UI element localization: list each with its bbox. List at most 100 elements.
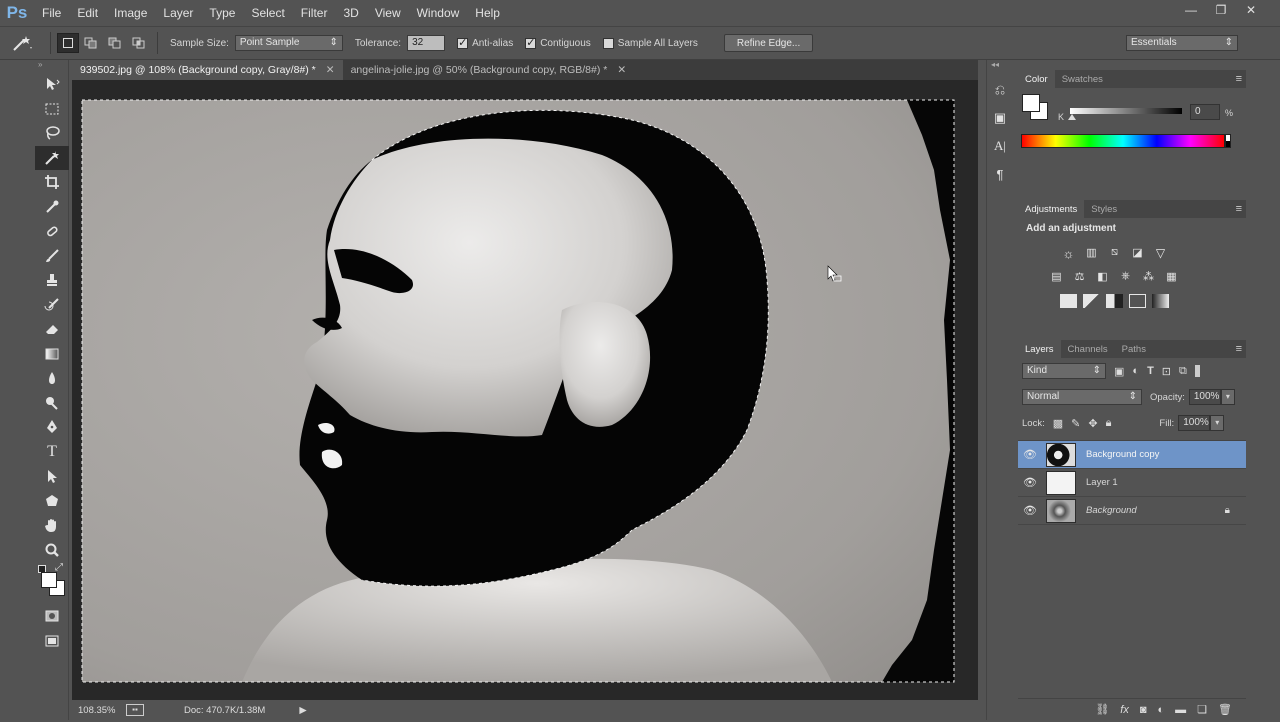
menu-help[interactable]: Help	[467, 0, 508, 26]
shape-tool-icon[interactable]	[35, 489, 69, 514]
document-canvas[interactable]	[72, 80, 978, 700]
status-menu-arrow-icon[interactable]: ▶	[299, 705, 306, 716]
layer-row-layer-1[interactable]: 👁︎ Layer 1	[1018, 469, 1246, 497]
tab-swatches[interactable]: Swatches	[1055, 70, 1110, 88]
menu-file[interactable]: File	[34, 0, 69, 26]
lasso-tool-icon[interactable]	[35, 121, 69, 146]
workspace-select[interactable]: Essentials ⇕	[1126, 35, 1238, 51]
new-selection-icon[interactable]	[57, 33, 79, 53]
lock-position-icon[interactable]: ✥	[1088, 417, 1097, 430]
brightness-contrast-icon[interactable]: ☼	[1060, 246, 1077, 263]
filter-toggle-icon[interactable]	[1194, 365, 1200, 377]
menu-view[interactable]: View	[367, 0, 409, 26]
magic-wand-tool-preset-icon[interactable]	[0, 34, 44, 52]
quick-mask-icon[interactable]	[35, 604, 69, 629]
slider-handle-icon[interactable]	[1068, 114, 1076, 120]
type-tool-icon[interactable]: T	[35, 440, 69, 465]
layer-filter-kind-select[interactable]: Kind ⇕	[1022, 363, 1106, 379]
menu-window[interactable]: Window	[409, 0, 468, 26]
visibility-eye-icon[interactable]: 👁︎	[1018, 476, 1042, 489]
blur-tool-icon[interactable]	[35, 366, 69, 391]
layer-style-icon[interactable]: fx	[1120, 704, 1129, 716]
tab-channels[interactable]: Channels	[1061, 340, 1115, 358]
contiguous-checkbox[interactable]	[525, 36, 537, 49]
selective-color-icon[interactable]	[1129, 294, 1146, 308]
paragraph-panel-icon[interactable]: ¶	[987, 160, 1013, 188]
document-tab-1[interactable]: 939502.jpg @ 108% (Background copy, Gray…	[72, 60, 343, 80]
lock-transparent-icon[interactable]: ▩	[1053, 417, 1063, 430]
threshold-icon[interactable]	[1106, 294, 1123, 308]
visibility-eye-icon[interactable]: 👁︎	[1018, 504, 1042, 517]
tolerance-input[interactable]: 32	[407, 35, 446, 51]
eraser-tool-icon[interactable]	[35, 317, 69, 342]
visibility-eye-icon[interactable]: 👁︎	[1018, 448, 1042, 461]
crop-tool-icon[interactable]	[35, 170, 69, 195]
filter-pixel-icon[interactable]: ▣	[1114, 365, 1124, 378]
k-value-input[interactable]: 0	[1190, 104, 1220, 120]
opacity-dropdown-icon[interactable]: ▾	[1220, 389, 1235, 405]
delete-layer-icon[interactable]: 🗑︎	[1218, 703, 1232, 716]
panel-menu-icon[interactable]: ≡	[1236, 203, 1246, 215]
gradient-map-icon[interactable]	[1152, 294, 1169, 308]
lock-image-icon[interactable]: ✎	[1071, 417, 1080, 430]
foreground-color-chip[interactable]	[1022, 94, 1040, 112]
status-info-icon[interactable]: ▪▪	[126, 704, 144, 716]
blend-mode-select[interactable]: Normal ⇕	[1022, 389, 1142, 405]
intersect-selection-icon[interactable]	[127, 33, 151, 53]
magic-wand-tool-icon[interactable]	[35, 145, 69, 170]
eyedropper-tool-icon[interactable]	[35, 195, 69, 220]
close-button[interactable]: ✕	[1236, 0, 1266, 20]
move-tool-icon[interactable]	[35, 72, 69, 97]
exposure-icon[interactable]: ◪	[1129, 246, 1146, 263]
tab-styles[interactable]: Styles	[1084, 200, 1124, 218]
history-panel-icon[interactable]: ⎌	[987, 76, 1013, 104]
color-lookup-icon[interactable]: ▦	[1163, 270, 1180, 287]
menu-3d[interactable]: 3D	[335, 0, 366, 26]
document-tab-2[interactable]: angelina-jolie.jpg @ 50% (Background cop…	[343, 60, 635, 80]
sample-all-layers-checkbox[interactable]	[602, 37, 614, 49]
menu-filter[interactable]: Filter	[293, 0, 336, 26]
filter-shape-icon[interactable]: ⊡	[1162, 365, 1171, 378]
hand-tool-icon[interactable]	[35, 513, 69, 538]
add-to-selection-icon[interactable]	[79, 33, 103, 53]
gradient-tool-icon[interactable]	[35, 342, 69, 367]
vibrance-icon[interactable]: ▽	[1152, 246, 1169, 263]
layer-name[interactable]: Background	[1086, 505, 1137, 516]
black-white-ramp[interactable]	[1225, 134, 1231, 148]
invert-icon[interactable]	[1060, 294, 1077, 308]
zoom-level[interactable]: 108.35%	[78, 705, 122, 716]
channel-mixer-icon[interactable]: ⁂	[1140, 270, 1157, 287]
k-channel-slider[interactable]	[1070, 108, 1182, 114]
screen-mode-icon[interactable]	[35, 629, 69, 654]
tab-layers[interactable]: Layers	[1018, 340, 1061, 358]
subtract-from-selection-icon[interactable]	[103, 33, 127, 53]
foreground-color-swatch[interactable]	[41, 572, 57, 588]
filter-adjustment-icon[interactable]: ◐	[1132, 365, 1139, 377]
color-swatches[interactable]: ⤢	[35, 562, 68, 604]
filter-type-icon[interactable]: T	[1147, 365, 1154, 377]
toolbox-collapse-icon[interactable]: »	[35, 60, 68, 72]
opacity-input[interactable]: 100%	[1188, 389, 1221, 405]
fill-dropdown-icon[interactable]: ▾	[1210, 415, 1225, 431]
filter-smart-object-icon[interactable]: ⧉	[1179, 365, 1187, 378]
properties-panel-icon[interactable]: ▣	[987, 104, 1013, 132]
close-icon[interactable]: ✕	[617, 64, 626, 76]
zoom-tool-icon[interactable]	[35, 538, 69, 563]
menu-type[interactable]: Type	[201, 0, 243, 26]
color-spectrum-ramp[interactable]	[1021, 134, 1225, 148]
restore-button[interactable]: ❐	[1206, 0, 1236, 20]
tab-paths[interactable]: Paths	[1115, 340, 1153, 358]
menu-select[interactable]: Select	[243, 0, 292, 26]
marquee-tool-icon[interactable]	[35, 97, 69, 122]
panel-menu-icon[interactable]: ≡	[1236, 343, 1246, 355]
photo-filter-icon[interactable]: ⎈	[1117, 270, 1134, 287]
fill-input[interactable]: 100%	[1178, 415, 1211, 431]
levels-icon[interactable]: ▥	[1083, 246, 1100, 263]
hue-saturation-icon[interactable]: ▤	[1048, 270, 1065, 287]
anti-alias-checkbox[interactable]	[457, 36, 469, 49]
pen-tool-icon[interactable]	[35, 415, 69, 440]
layer-row-background-copy[interactable]: 👁︎ Background copy	[1018, 441, 1246, 469]
link-layers-icon[interactable]: ⛓︎	[1095, 703, 1109, 716]
close-icon[interactable]: ✕	[326, 64, 335, 76]
canvas-area[interactable]	[72, 80, 978, 700]
